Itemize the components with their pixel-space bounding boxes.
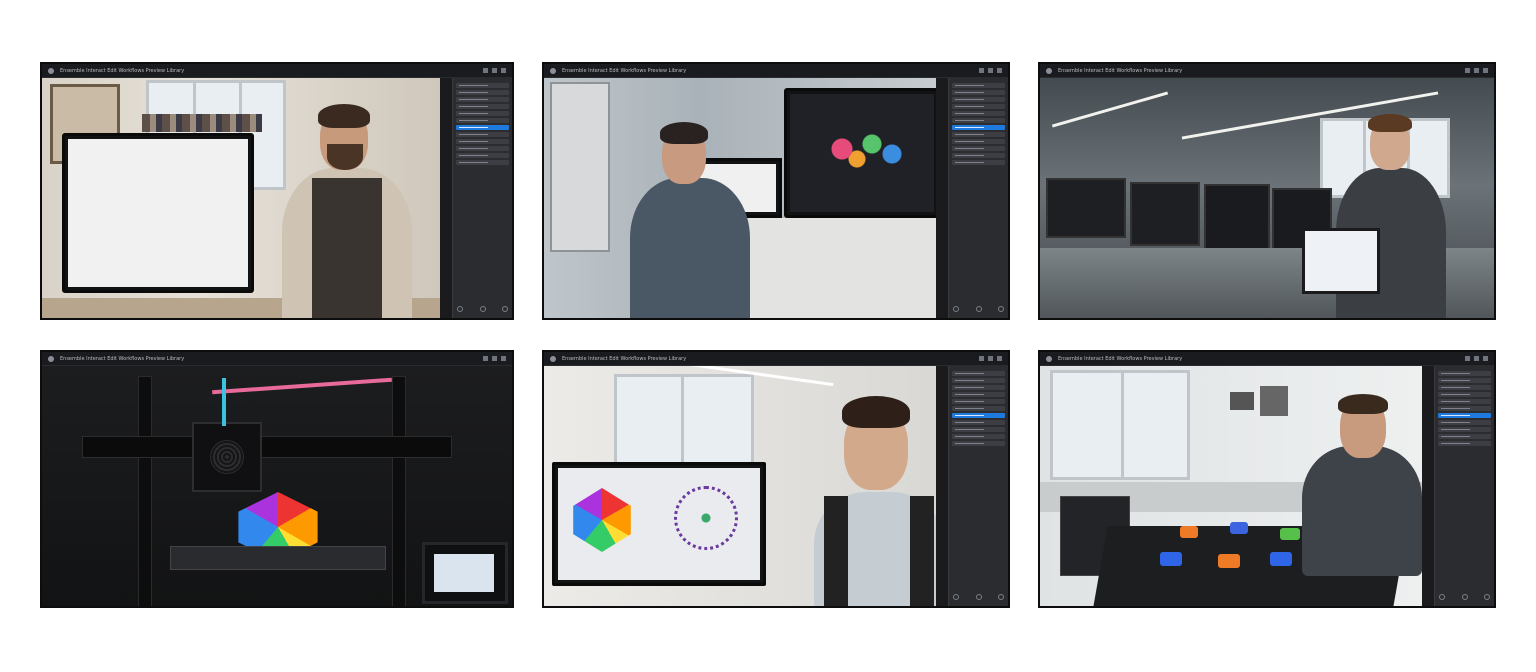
titlebar: Ensemble Interact Edit Workflows Preview…: [1040, 352, 1494, 366]
app-logo-icon: [1046, 355, 1052, 362]
window-panel-3: Ensemble Interact Edit Workflows Preview…: [1038, 62, 1496, 320]
titlebar-text: Ensemble Interact Edit Workflows Preview…: [60, 67, 185, 74]
photo-scene: [544, 366, 936, 606]
app-logo-icon: [48, 355, 54, 362]
window-panel-4: Ensemble Interact Edit Workflows Preview…: [40, 350, 514, 608]
app-logo-icon: [1046, 67, 1052, 74]
window-panel-5: Ensemble Interact Edit Workflows Preview…: [542, 350, 1010, 608]
photo-scene: [1040, 366, 1422, 606]
window-controls[interactable]: [1465, 68, 1488, 73]
outline-sidebar[interactable]: [948, 78, 1008, 318]
titlebar-text: Ensemble Interact Edit Workflows Preview…: [60, 355, 185, 362]
sidebar-footer-icon[interactable]: [457, 306, 508, 312]
titlebar-text: Ensemble Interact Edit Workflows Preview…: [1058, 67, 1183, 74]
sidebar-row-selected[interactable]: [952, 125, 1005, 130]
sidebar-row-selected[interactable]: [456, 125, 509, 130]
outline-sidebar[interactable]: [1434, 366, 1494, 606]
photo-scene: [42, 366, 512, 606]
photo-scene: [1040, 78, 1494, 318]
outline-sidebar[interactable]: [948, 366, 1008, 606]
sidebar-row-selected[interactable]: [1438, 413, 1491, 418]
window-panel-1: Ensemble Interact Edit Workflows Preview…: [40, 62, 514, 320]
window-panel-6: Ensemble Interact Edit Workflows Preview…: [1038, 350, 1496, 608]
app-logo-icon: [550, 67, 556, 74]
titlebar: Ensemble Interact Edit Workflows Preview…: [1040, 64, 1494, 78]
titlebar: Ensemble Interact Edit Workflows Preview…: [544, 352, 1008, 366]
titlebar-text: Ensemble Interact Edit Workflows Preview…: [562, 67, 687, 74]
photo-scene: [42, 78, 440, 318]
sidebar-footer-icon[interactable]: [1439, 594, 1490, 600]
sidebar-row-selected[interactable]: [952, 413, 1005, 418]
window-controls[interactable]: [483, 68, 506, 73]
sidebar-footer-icon[interactable]: [953, 594, 1004, 600]
titlebar-text: Ensemble Interact Edit Workflows Preview…: [562, 355, 687, 362]
window-controls[interactable]: [979, 356, 1002, 361]
titlebar: Ensemble Interact Edit Workflows Preview…: [42, 352, 512, 366]
titlebar: Ensemble Interact Edit Workflows Preview…: [42, 64, 512, 78]
app-logo-icon: [550, 355, 556, 362]
window-controls[interactable]: [1465, 356, 1488, 361]
titlebar-text: Ensemble Interact Edit Workflows Preview…: [1058, 355, 1183, 362]
window-controls[interactable]: [483, 356, 506, 361]
window-controls[interactable]: [979, 68, 1002, 73]
outline-sidebar[interactable]: [452, 78, 512, 318]
sidebar-footer-icon[interactable]: [953, 306, 1004, 312]
window-panel-2: Ensemble Interact Edit Workflows Preview…: [542, 62, 1010, 320]
titlebar: Ensemble Interact Edit Workflows Preview…: [544, 64, 1008, 78]
app-logo-icon: [48, 67, 54, 74]
photo-scene: [544, 78, 936, 318]
